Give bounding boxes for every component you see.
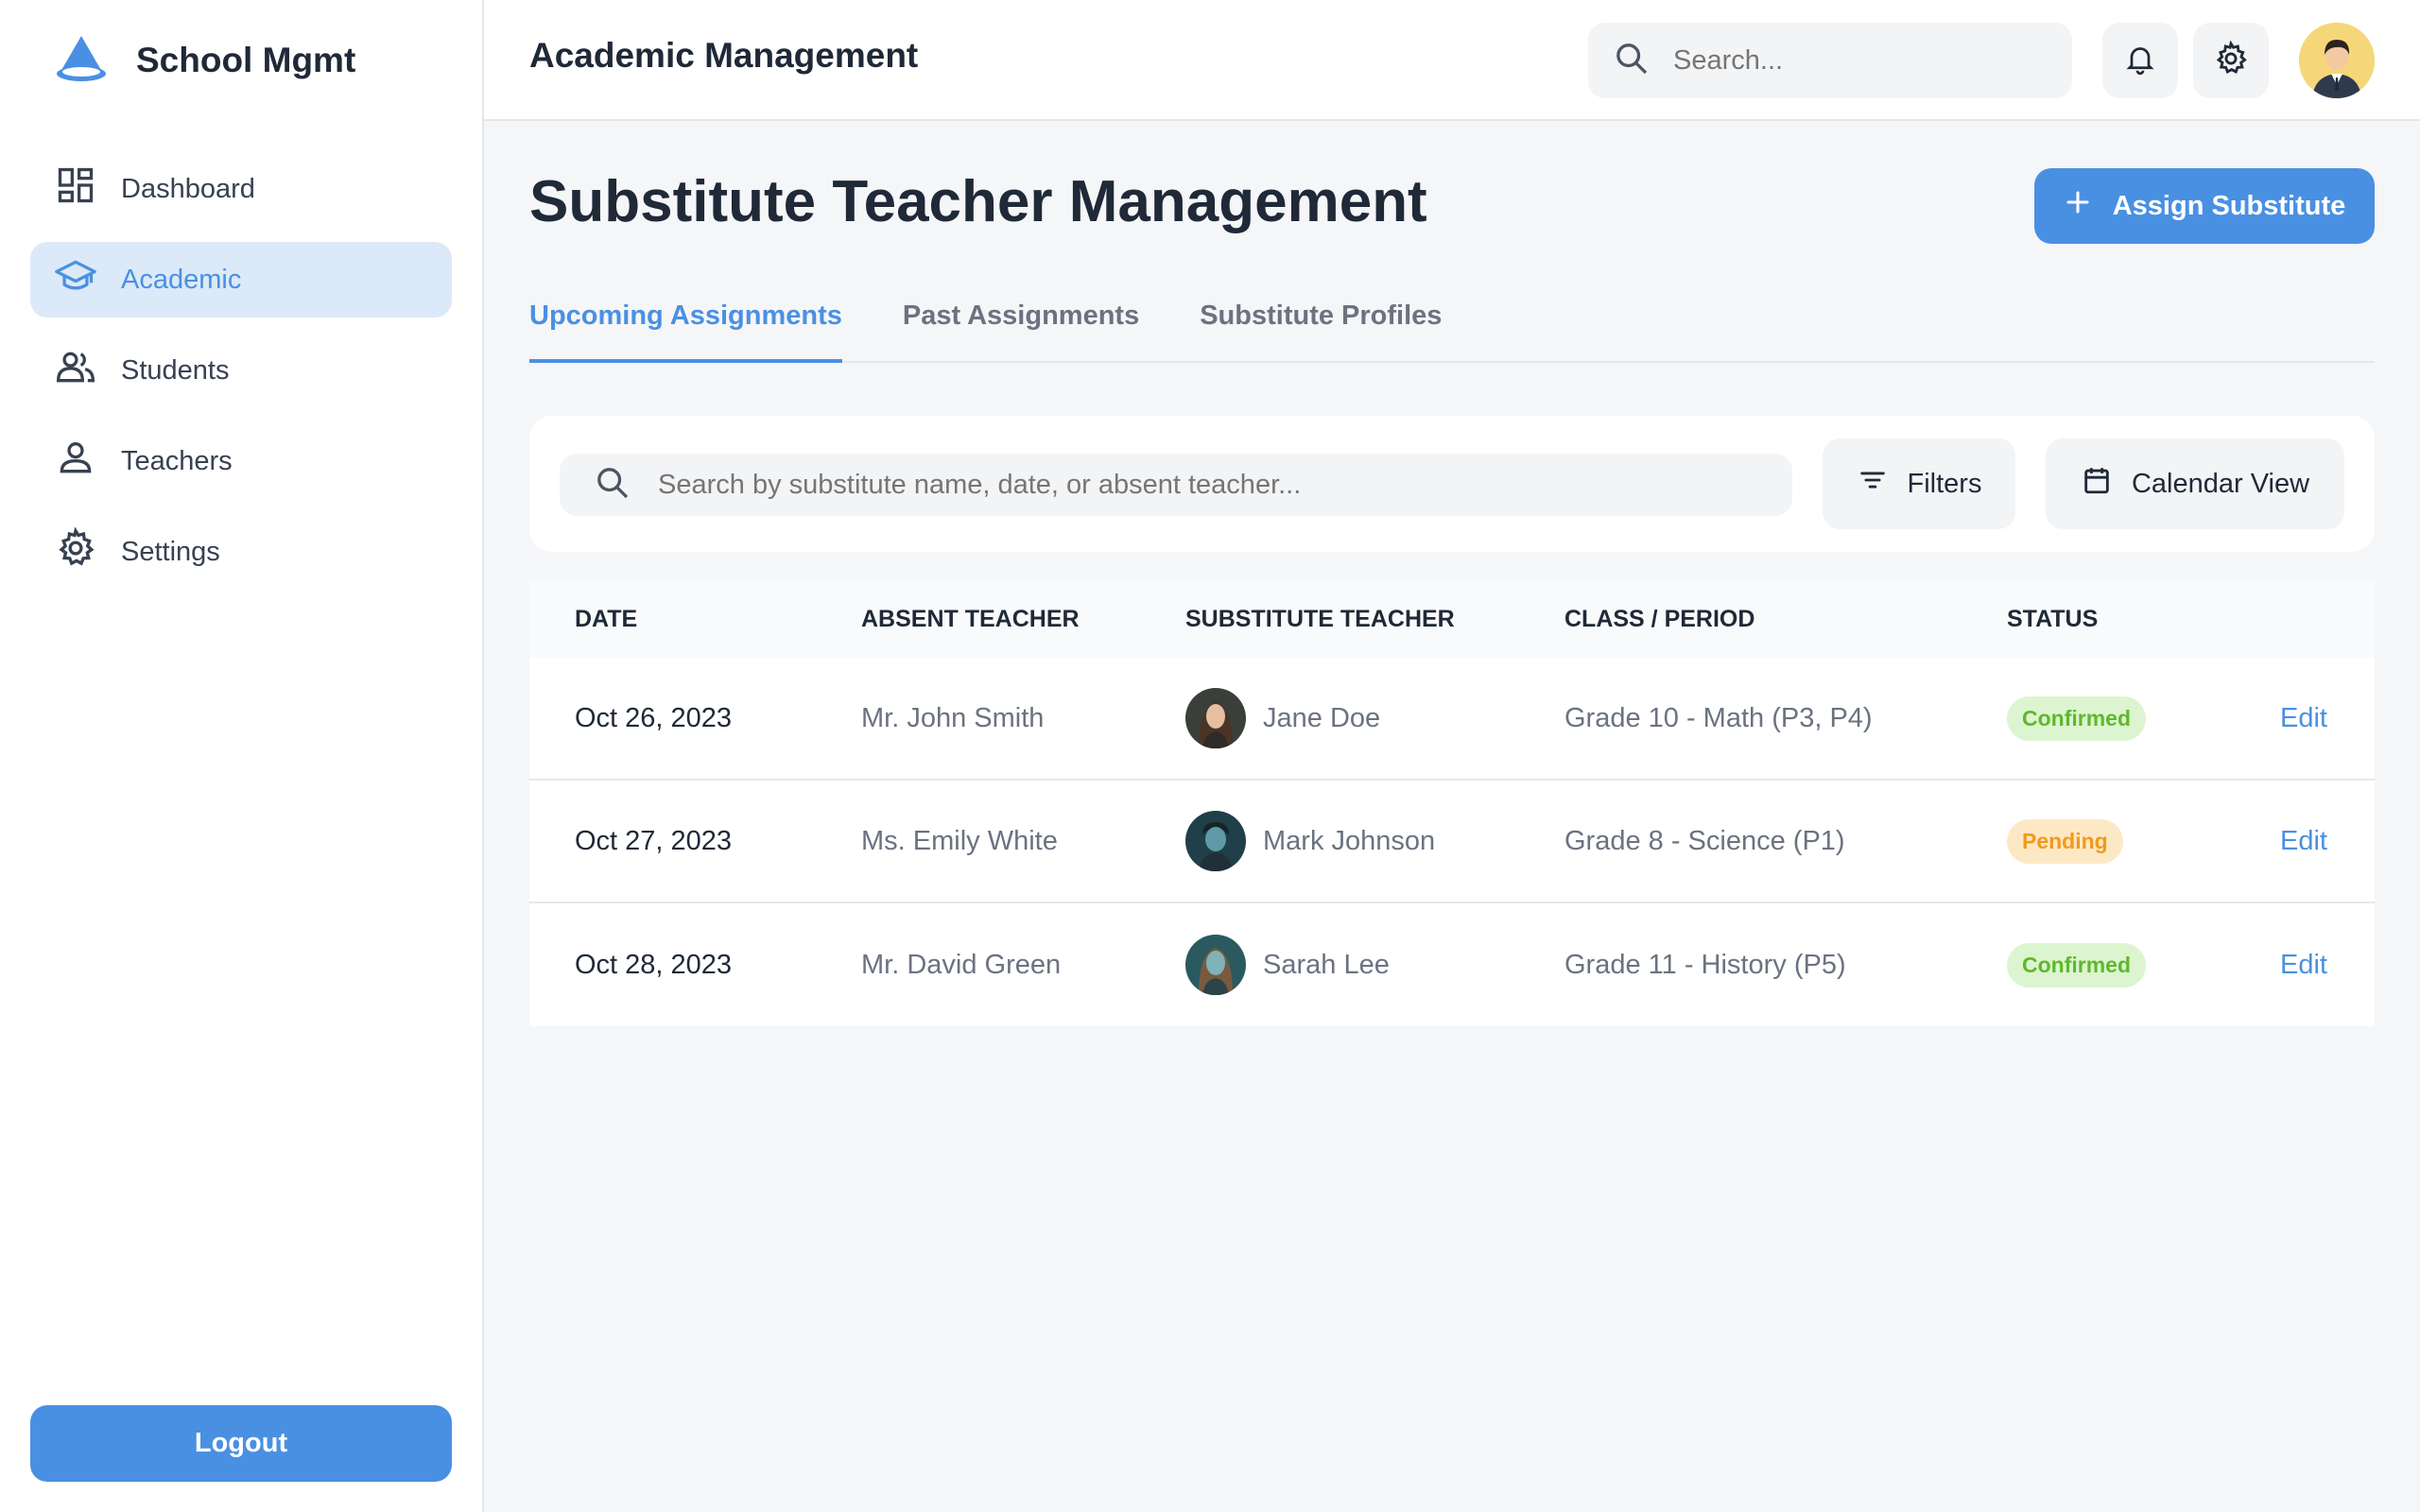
row-class-period: Grade 8 - Science (P1) <box>1564 825 1845 856</box>
substitute-name: Mark Johnson <box>1263 825 1436 856</box>
filter-icon <box>1857 464 1889 504</box>
row-class-period: Grade 10 - Math (P3, P4) <box>1564 702 1873 733</box>
status-badge: Confirmed <box>2007 942 2146 988</box>
row-status: Confirmed <box>2007 942 2146 988</box>
tab-past-assignments[interactable]: Past Assignments <box>903 293 1139 363</box>
calendar-icon <box>2081 464 2113 504</box>
substitute-name: Jane Doe <box>1263 702 1381 733</box>
edit-link[interactable]: Edit <box>2280 950 2327 981</box>
search-icon <box>1613 40 1651 82</box>
header-substitute-teacher: SUBSTITUTE TEACHER <box>1185 605 1455 632</box>
sidebar-item-label: Dashboard <box>121 173 255 204</box>
row-class-period: Grade 11 - History (P5) <box>1564 949 1846 980</box>
calendar-view-label: Calendar View <box>2131 468 2310 499</box>
topbar: Academic Management <box>484 0 2420 121</box>
sidebar-item-label: Teachers <box>121 445 233 476</box>
sidebar: School Mgmt Dashboard Academic Students … <box>0 0 484 1512</box>
graduation-cap-icon <box>55 255 96 304</box>
sidebar-item-label: Settings <box>121 536 220 567</box>
brand[interactable]: School Mgmt <box>53 32 355 89</box>
person-icon <box>55 437 96 486</box>
sidebar-item-label: Academic <box>121 264 242 295</box>
bell-icon <box>2123 42 2157 80</box>
header-status: STATUS <box>2007 605 2099 632</box>
sidebar-item-label: Students <box>121 354 230 386</box>
header-absent-teacher: ABSENT TEACHER <box>861 605 1080 632</box>
notifications-button[interactable] <box>2102 23 2178 98</box>
calendar-view-button[interactable]: Calendar View <box>2046 438 2344 529</box>
assignment-search[interactable] <box>560 454 1792 516</box>
assign-substitute-button[interactable]: Assign Substitute <box>2034 168 2375 244</box>
assignments-table: DATE ABSENT TEACHER SUBSTITUTE TEACHER C… <box>529 580 2375 1026</box>
row-substitute-teacher: Mark Johnson <box>1185 811 1435 871</box>
sidebar-item-students[interactable]: Students <box>30 333 452 408</box>
row-status: Pending <box>2007 818 2123 864</box>
gear-icon <box>55 526 96 576</box>
substitute-avatar <box>1185 935 1246 995</box>
assignment-search-input[interactable] <box>658 469 1773 501</box>
tab-upcoming-assignments[interactable]: Upcoming Assignments <box>529 293 842 363</box>
sidebar-item-settings[interactable]: Settings <box>30 514 452 590</box>
settings-button[interactable] <box>2193 23 2269 98</box>
filter-card: Filters Calendar View <box>529 416 2375 552</box>
search-input[interactable] <box>1673 44 2051 77</box>
table-row: Oct 28, 2023 Mr. David Green Sarah Lee G… <box>529 903 2375 1026</box>
row-date: Oct 27, 2023 <box>575 825 733 856</box>
logout-button[interactable]: Logout <box>30 1405 452 1482</box>
row-absent-teacher: Mr. David Green <box>861 949 1062 980</box>
plus-icon <box>2064 188 2092 224</box>
table-header: DATE ABSENT TEACHER SUBSTITUTE TEACHER C… <box>529 580 2375 658</box>
substitute-name: Sarah Lee <box>1263 949 1390 980</box>
sidebar-item-dashboard[interactable]: Dashboard <box>30 151 452 227</box>
users-icon <box>55 346 96 395</box>
substitute-avatar <box>1185 688 1246 748</box>
sidebar-nav: Dashboard Academic Students Teachers Set… <box>30 151 452 605</box>
dashboard-icon <box>55 164 96 214</box>
search-icon <box>594 464 631 507</box>
table-row: Oct 26, 2023 Mr. John Smith Jane Doe Gra… <box>529 658 2375 781</box>
sidebar-item-academic[interactable]: Academic <box>30 242 452 318</box>
assign-substitute-label: Assign Substitute <box>2112 190 2346 221</box>
row-absent-teacher: Mr. John Smith <box>861 702 1045 733</box>
filters-label: Filters <box>1907 468 1982 499</box>
tab-substitute-profiles[interactable]: Substitute Profiles <box>1200 293 1442 363</box>
page-title: Substitute Teacher Management <box>529 169 1427 234</box>
header-class-period: CLASS / PERIOD <box>1564 605 1755 632</box>
logo-icon <box>53 32 110 90</box>
status-badge: Confirmed <box>2007 696 2146 741</box>
row-substitute-teacher: Sarah Lee <box>1185 935 1390 995</box>
gear-icon <box>2213 39 2249 81</box>
header-search[interactable] <box>1588 23 2072 98</box>
status-badge: Pending <box>2007 818 2123 864</box>
substitute-avatar <box>1185 811 1246 871</box>
brand-title: School Mgmt <box>136 41 356 79</box>
edit-link[interactable]: Edit <box>2280 703 2327 734</box>
sidebar-item-teachers[interactable]: Teachers <box>30 423 452 499</box>
tabs: Upcoming Assignments Past Assignments Su… <box>529 293 2375 363</box>
row-substitute-teacher: Jane Doe <box>1185 688 1380 748</box>
row-status: Confirmed <box>2007 696 2146 741</box>
header-date: DATE <box>575 605 638 632</box>
header-title: Academic Management <box>529 36 919 75</box>
table-row: Oct 27, 2023 Ms. Emily White Mark Johnso… <box>529 781 2375 903</box>
row-date: Oct 28, 2023 <box>575 949 733 980</box>
row-date: Oct 26, 2023 <box>575 702 733 733</box>
user-avatar[interactable] <box>2299 23 2375 98</box>
row-absent-teacher: Ms. Emily White <box>861 825 1058 856</box>
edit-link[interactable]: Edit <box>2280 826 2327 857</box>
filters-button[interactable]: Filters <box>1823 438 2015 529</box>
